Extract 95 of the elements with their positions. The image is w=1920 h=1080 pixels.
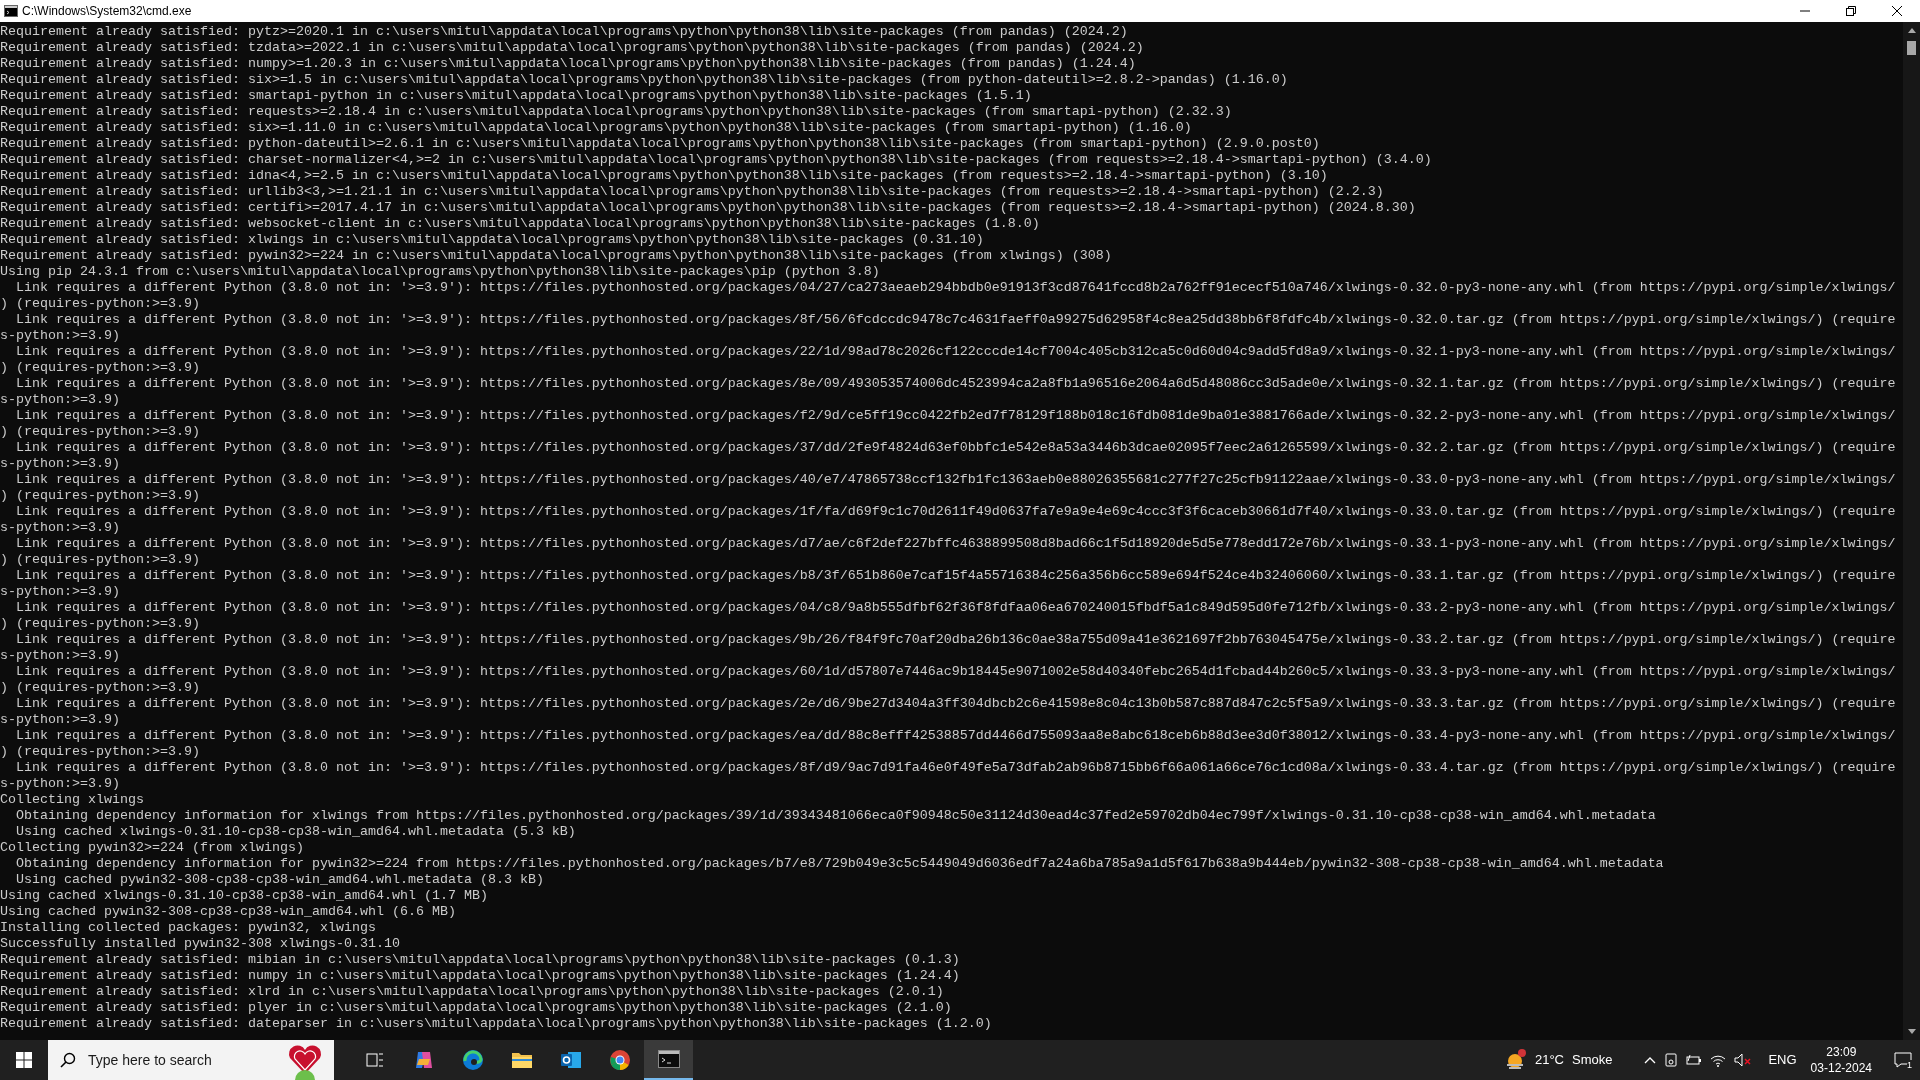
battery-icon[interactable] [1686, 1054, 1703, 1066]
task-view-icon [365, 1051, 384, 1069]
console-line: Requirement already satisfied: six>=1.11.0 in c:\users\mitul\appdata\local\programs\python\python38\lib\site-packages (from smartapi-python) (1.16.0) [0, 120, 1193, 136]
wifi-icon[interactable] [1710, 1053, 1727, 1067]
console-line: Requirement already satisfied: pytz>=2020.1 in c:\users\mitul\appdata\local\programs\python\python38\lib\site-packages (from pandas) (2024.2) [0, 24, 1129, 40]
console-line: Link requires a different Python (3.8.0 not in: '>=3.9'): https://files.pythonhosted.org/packages/8f/d9/9ac7d91fa46e0f49fe5a73dfab2ab96b8715bb6f66a061a66ce76c1cd08a/xlwings-0.33.4.tar.gz (from https://pypi.org/simple/xlwings/) (require [15, 760, 1897, 776]
search-bar[interactable]: Type here to search [48, 1040, 334, 1080]
taskbar-app-button[interactable] [644, 1040, 693, 1080]
console-line: s-python:>=3.9) [0, 520, 121, 536]
console-line: Link requires a different Python (3.8.0 not in: '>=3.9'): https://files.pythonhosted.org/packages/8f/56/6fcdccdc9478c7c4631faeff0a99275d62958f4c8ea25dd38bb6f8fdfc4b/xlwings-0.32.0.tar.gz (from https://pypi.org/simple/xlwings/) (require [15, 312, 1897, 328]
console-line: s-python:>=3.9) [0, 712, 121, 728]
search-field[interactable]: Type here to search [86, 1048, 276, 1072]
console-line: s-python:>=3.9) [0, 584, 121, 600]
console-line: Link requires a different Python (3.8.0 not in: '>=3.9'): https://files.pythonhosted.org/packages/b8/3f/651b860e7caf15f4a55716384c256a356b6cc589e694f524ce4b32406060/xlwings-0.33.1.tar.gz (from https://pypi.org/simple/xlwings/) (require [15, 568, 1897, 584]
console-line: s-python:>=3.9) [0, 456, 121, 472]
chevron-up-icon[interactable] [1644, 1056, 1657, 1064]
console-line: Requirement already satisfied: numpy>=1.20.3 in c:\users\mitul\appdata\local\programs\python\python38\lib\site-packages (from pandas) (1.24.4) [0, 56, 1137, 72]
console-line: Requirement already satisfied: dateparser in c:\users\mitul\appdata\local\programs\python\python38\lib\site-packages (1.2.0) [0, 1016, 993, 1032]
console-line: Using cached xlwings-0.31.10-cp38-cp38-win_amd64.whl (1.7 MB) [0, 888, 489, 904]
language-indicator[interactable]: ENG [1768, 1050, 1797, 1070]
mail-icon [559, 1049, 582, 1071]
close-icon [1892, 6, 1902, 16]
console-line: Requirement already satisfied: python-dateutil>=2.6.1 in c:\users\mitul\appdata\local\programs\python\python38\lib\site-packages (from smartapi-python) (2.9.0.post0) [0, 136, 1321, 152]
browser-icon [608, 1049, 631, 1071]
console-icon [4, 5, 18, 17]
console-line: Link requires a different Python (3.8.0 not in: '>=3.9'): https://files.pythonhosted.org/packages/22/1d/98ad78c2026cf122cccde14cf7004c405cb312ca5c0d60d04c9add5fd8a9/xlwings-0.32.1-py3-none-any.whl (from https://pypi.org/simple/xlwings/ [15, 344, 1897, 360]
scroll-thumb[interactable] [1907, 41, 1916, 55]
date-text: 03-12-2024 [1810, 1060, 1872, 1076]
console-line: Obtaining dependency information for pywin32>=224 from https://files.pythonhosted.org/packages/b7/e8/729b049e3c5c5449049d6036edf7a24a6ba785a9a1d5f617b638a9b444eb/pywin32-308-cp38-cp38-win_amd64.whl.metadata [15, 856, 1665, 872]
console-line: s-python:>=3.9) [0, 328, 121, 344]
weather-condition: Smoke [1571, 1051, 1613, 1070]
console-line: Using pip 24.3.1 from c:\users\mitul\appdata\local\programs\python\python38\lib\site-packages\pip (python 3.8) [0, 264, 881, 280]
search-icon [60, 1052, 76, 1068]
console-line: Link requires a different Python (3.8.0 not in: '>=3.9'): https://files.pythonhosted.org/packages/2e/d6/9be27d3404a3ff304dbcb2c6e41598e8c04c13b0b587c887d847c2c5f5a9/xlwings-0.33.3.tar.gz (from https://pypi.org/simple/xlwings/) (require [15, 696, 1897, 712]
console-line: Requirement already satisfied: websocket-client in c:\users\mitul\appdata\local\programs\python\python38\lib\site-packages (1.8.0) [0, 216, 1041, 232]
console-line: Requirement already satisfied: six>=1.5 in c:\users\mitul\appdata\local\programs\python\python38\lib\site-packages (from python-dateutil>=2.8.2->pandas) (1.16.0) [0, 72, 1289, 88]
console-line: ) (requires-python:>=3.9) [0, 360, 201, 376]
console-line: ) (requires-python:>=3.9) [0, 680, 201, 696]
time-text: 23:09 [1826, 1044, 1857, 1060]
terminal-icon [657, 1050, 680, 1068]
console-line: Link requires a different Python (3.8.0 not in: '>=3.9'): https://files.pythonhosted.org/packages/37/dd/2fe9f4824d63ef0bbfc1e542e8a53a3446b3dcae02095f7eec2a61265599/xlwings-0.32.2.tar.gz (from https://pypi.org/simple/xlwings/) (require [15, 440, 1897, 456]
console-line: Link requires a different Python (3.8.0 not in: '>=3.9'): https://files.pythonhosted.org/packages/60/1d/d57807e7446ac9b18445e9071002e58d40340febc2654d1fcbad44b260c5/xlwings-0.33.3-py3-none-any.whl (from https://pypi.org/simple/xlwings/ [15, 664, 1897, 680]
console-line: Using cached xlwings-0.31.10-cp38-cp38-win_amd64.whl.metadata (5.3 kB) [15, 824, 577, 840]
console-line: Link requires a different Python (3.8.0 not in: '>=3.9'): https://files.pythonhosted.org/packages/ea/dd/88c8efff42538857dd4466d755093aa8e8abc618ceb6b88d3ee3d0f38012/xlwings-0.33.4-py3-none-any.whl (from https://pypi.org/simple/xlwings/ [15, 728, 1897, 744]
console-line: Using cached pywin32-308-cp38-cp38-win_amd64.whl.metadata (8.3 kB) [15, 872, 545, 888]
console-line: ) (requires-python:>=3.9) [0, 616, 201, 632]
console-line: Collecting xlwings [0, 792, 145, 808]
edge-icon [461, 1049, 484, 1071]
console-line: Link requires a different Python (3.8.0 not in: '>=3.9'): https://files.pythonhosted.org/packages/8e/09/493053574006dc4523994ca2a8fb1a96516e2064a6d5d48086cc3d5ade0e/xlwings-0.32.1.tar.gz (from https://pypi.org/simple/xlwings/) (require [15, 376, 1897, 392]
console-line: Requirement already satisfied: numpy in c:\users\mitul\appdata\local\programs\python\python38\lib\site-packages (1.24.4) [0, 968, 961, 984]
weather-widget[interactable]: 21°C Smoke [1494, 1049, 1621, 1071]
console-line: Link requires a different Python (3.8.0 not in: '>=3.9'): https://files.pythonhosted.org/packages/f2/9d/ce5ff19cc0422fb2ed7f78129f188b018c16fdb081de9ba01e3881766ade/xlwings-0.32.2-py3-none-any.whl (from https://pypi.org/simple/xlwings/ [15, 408, 1897, 424]
window-title: C:\Windows\System32\cmd.exe [22, 3, 193, 20]
console-line: Requirement already satisfied: smartapi-python in c:\users\mitul\appdata\local\programs\python\python38\lib\site-packages (1.5.1) [0, 88, 1033, 104]
console-line: Requirement already satisfied: tzdata>=2022.1 in c:\users\mitul\appdata\local\programs\python\python38\lib\site-packages (from pandas) (2024.2) [0, 40, 1145, 56]
console-line: Requirement already satisfied: urllib3<3,>=1.21.1 in c:\users\mitul\appdata\local\programs\python\python38\lib\site-packages (from requests>=2.18.4->smartapi-python) (2.2.3) [0, 184, 1385, 200]
console-line: ) (requires-python:>=3.9) [0, 744, 201, 760]
console-line: Using cached pywin32-308-cp38-cp38-win_amd64.whl (6.6 MB) [0, 904, 457, 920]
console-line: Installing collected packages: pywin32, xlwings [0, 920, 377, 936]
console-line: ) (requires-python:>=3.9) [0, 424, 201, 440]
console-line: Successfully installed pywin32-308 xlwings-0.31.10 [0, 936, 401, 952]
console-line: Requirement already satisfied: charset-normalizer<4,>=2 in c:\users\mitul\appdata\local\programs\python\python38\lib\site-packages (from requests>=2.18.4->smartapi-python) (3.4.0) [0, 152, 1433, 168]
windows-logo [16, 1052, 32, 1068]
console-line: ) (requires-python:>=3.9) [0, 488, 201, 504]
console-line: Link requires a different Python (3.8.0 not in: '>=3.9'): https://files.pythonhosted.org/packages/04/27/ca273aeaeb294bbdb0e91913f3cd87641fccd8b2a762ff91ececf510a746/xlwings-0.32.0-py3-none-any.whl (from https://pypi.org/simple/xlwings/ [15, 280, 1897, 296]
console-line: Requirement already satisfied: requests>=2.18.4 in c:\users\mitul\appdata\local\programs\python\python38\lib\site-packages (from smartapi-python) (2.32.3) [0, 104, 1233, 120]
console-line: Requirement already satisfied: idna<4,>=2.5 in c:\users\mitul\appdata\local\programs\python\python38\lib\site-packages (from requests>=2.18.4->smartapi-python) (3.10) [0, 168, 1329, 184]
console-line: Requirement already satisfied: pywin32>=224 in c:\users\mitul\appdata\local\programs\python\python38\lib\site-packages (from xlwings) (308) [0, 248, 1113, 264]
temperature-text: 21°C [1534, 1051, 1564, 1070]
console-line: Link requires a different Python (3.8.0 not in: '>=3.9'): https://files.pythonhosted.org/packages/40/e7/47865738ccf132fb1fc1363aeb0e88026355681c277f27c25cfb91122aae/xlwings-0.33.0-py3-none-any.whl (from https://pypi.org/simple/xlwings/ [15, 472, 1897, 488]
console-line: Link requires a different Python (3.8.0 not in: '>=3.9'): https://files.pythonhosted.org/packages/9b/26/f84f9fc70af20dba26b136c0ae38a755d09a41e3621697f2bb763045475e/xlwings-0.33.2.tar.gz (from https://pypi.org/simple/xlwings/) (require [15, 632, 1897, 648]
volume-muted-icon[interactable] [1734, 1053, 1753, 1067]
console-line: Link requires a different Python (3.8.0 not in: '>=3.9'): https://files.pythonhosted.org/packages/1f/fa/d69f9c1c70d2611f49d0637fa7e9a9e4e69c4ccc3f3f6caceb30661d7f40/xlwings-0.33.0.tar.gz (from https://pypi.org/simple/xlwings/) (require [15, 504, 1897, 520]
console-line: Requirement already satisfied: certifi>=2017.4.17 in c:\users\mitul\appdata\local\programs\python\python38\lib\site-packages (from requests>=2.18.4->smartapi-python) (2024.8.30) [0, 200, 1417, 216]
console-line: ) (requires-python:>=3.9) [0, 552, 201, 568]
restore-icon [1846, 6, 1856, 16]
console-line: Collecting pywin32>=224 (from xlwings) [0, 840, 305, 856]
clock[interactable]: 23:09 03-12-2024 [1804, 1044, 1878, 1076]
notification-button[interactable]: 1 [1886, 1040, 1920, 1080]
console-line: Link requires a different Python (3.8.0 not in: '>=3.9'): https://files.pythonhosted.org/packages/d7/ae/c6f2def227bffc4638899508d8bad66c1f5d18920de5d5e778edd172e76b/xlwings-0.33.1-py3-none-any.whl (from https://pypi.org/simple/xlwings/ [15, 536, 1897, 552]
console-line: s-python:>=3.9) [0, 392, 121, 408]
console-line: Requirement already satisfied: mibian in c:\users\mitul\appdata\local\programs\python\python38\lib\site-packages (0.1.3) [0, 952, 961, 968]
scrollbar[interactable] [1903, 22, 1920, 1040]
console-line: s-python:>=3.9) [0, 648, 121, 664]
speech-bubble-icon [1894, 1052, 1912, 1068]
console-line: Link requires a different Python (3.8.0 not in: '>=3.9'): https://files.pythonhosted.org/packages/04/c8/9a8b555dfbf62f36f8fdfaa06ea670240015fbdf5a1c849d595d0fe712fb/xlwings-0.33.2-py3-none-any.whl (from https://pypi.org/simple/xlwings/ [15, 600, 1897, 616]
console-line: Requirement already satisfied: xlrd in c:\users\mitul\appdata\local\programs\python\python38\lib\site-packages (2.0.1) [0, 984, 945, 1000]
console-line: s-python:>=3.9) [0, 776, 121, 792]
folder-icon [510, 1050, 533, 1070]
device-icon[interactable] [1664, 1053, 1679, 1067]
console-line: Requirement already satisfied: xlwings in c:\users\mitul\appdata\local\programs\python\python38\lib\site-packages (0.31.10) [0, 232, 985, 248]
console-line: Obtaining dependency information for xlwings from https://files.pythonhosted.org/packages/39/1d/39343481066eca0f90948c50e31124d30ead4c37fed2e59702db04ec799f/xlwings-0.31.10-cp38-cp38-win_amd64.whl.metadata [15, 808, 1657, 824]
console-line: ) (requires-python:>=3.9) [0, 296, 201, 312]
notification-count: 1 [1907, 1060, 1912, 1070]
console-line: Requirement already satisfied: plyer in c:\users\mitul\appdata\local\programs\python\python38\lib\site-packages (2.1.0) [0, 1000, 953, 1016]
